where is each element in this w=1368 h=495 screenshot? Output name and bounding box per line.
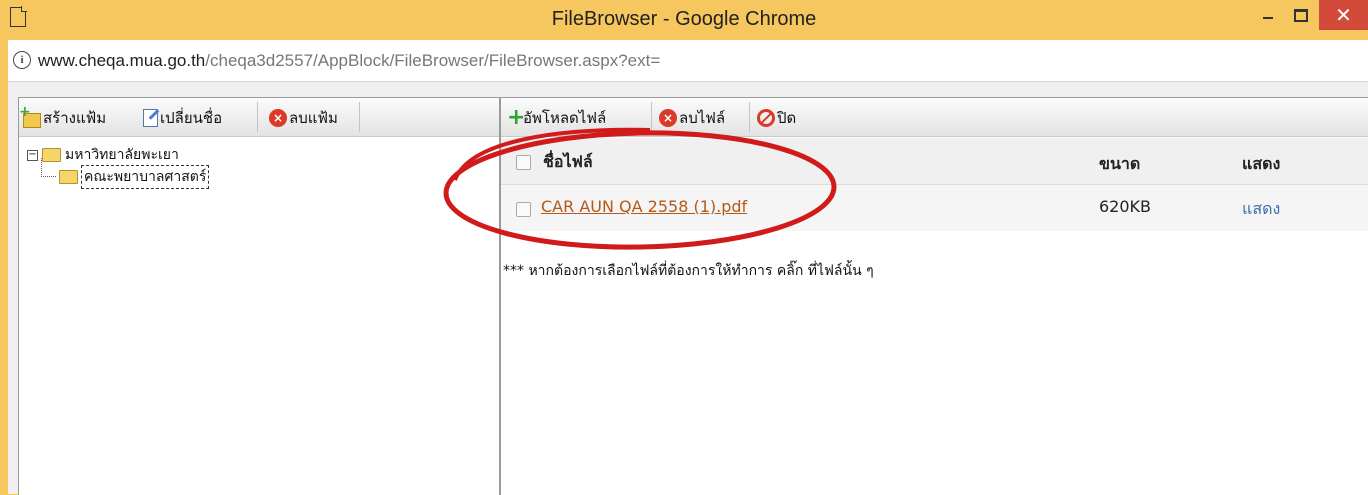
annotation-overlay <box>443 127 837 250</box>
annotation-ellipse <box>443 130 837 250</box>
annotation-stroke <box>453 127 651 181</box>
